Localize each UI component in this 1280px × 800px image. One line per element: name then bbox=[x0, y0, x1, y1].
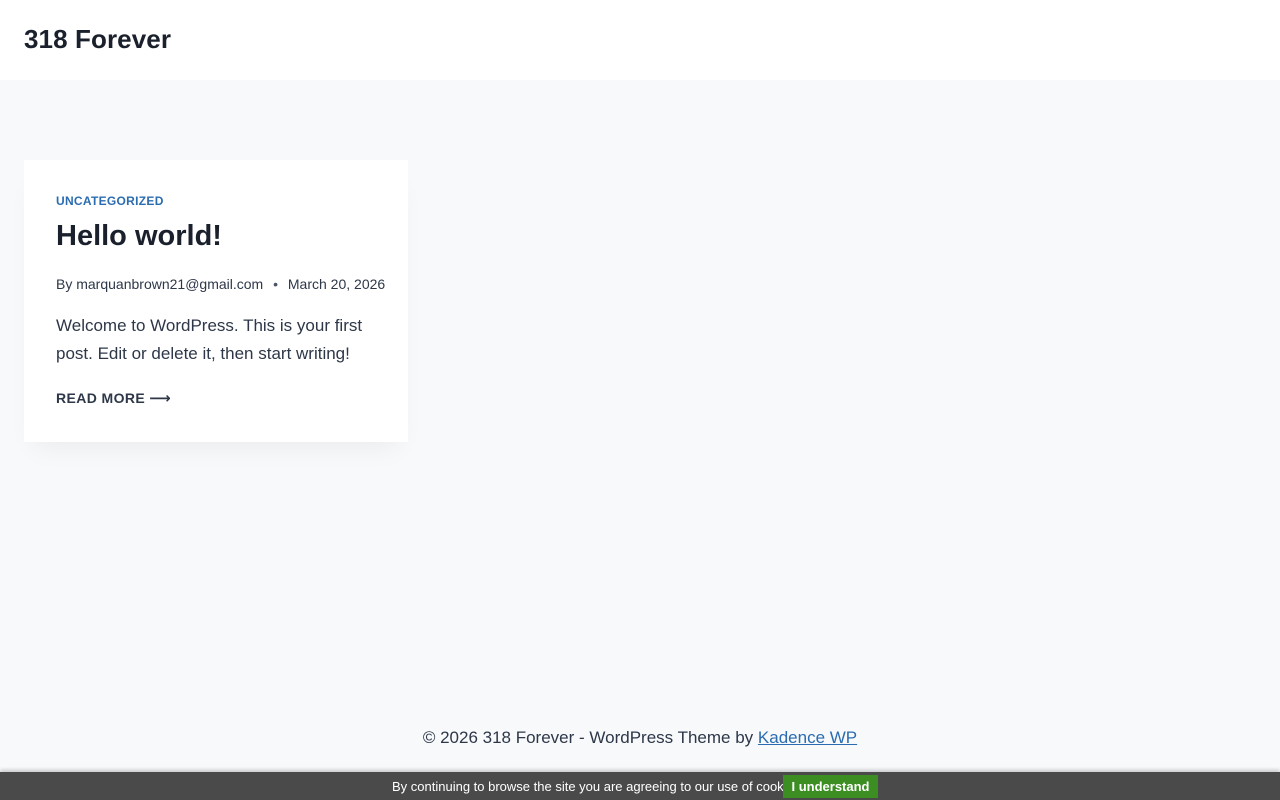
post-excerpt: Welcome to WordPress. This is your first… bbox=[56, 316, 363, 363]
meta-separator: • bbox=[273, 276, 278, 292]
read-more-label: READ MORE bbox=[56, 390, 146, 406]
site-header: 318 Forever bbox=[0, 0, 1280, 80]
cookie-consent-bar: By continuing to browse the site you are… bbox=[0, 772, 1280, 800]
post-title-link[interactable]: Hello world! bbox=[56, 220, 222, 253]
post-category-link[interactable]: UNCATEGORIZED bbox=[56, 194, 164, 208]
cookie-message: By continuing to browse the site you are… bbox=[392, 779, 801, 794]
arrow-right-icon: ⟶ bbox=[149, 390, 172, 407]
author-prefix: By bbox=[56, 276, 73, 292]
post-date: March 20, 2026 bbox=[287, 276, 386, 292]
footer-copyright: © 2026 318 Forever - WordPress Theme by bbox=[422, 728, 754, 747]
post-meta: By marquanbrown21@gmail.com • March 20, … bbox=[56, 276, 385, 292]
read-more-link[interactable]: READ MORE ⟶ bbox=[56, 389, 171, 407]
site-title-link[interactable]: 318 Forever bbox=[24, 24, 171, 55]
post-card: UNCATEGORIZED Hello world! By marquanbro… bbox=[24, 160, 408, 442]
author-link[interactable]: marquanbrown21@gmail.com bbox=[76, 276, 263, 292]
site-footer: © 2026 318 Forever - WordPress Theme by … bbox=[0, 728, 1280, 748]
kadence-wp-link[interactable]: Kadence WP bbox=[758, 728, 857, 747]
cookie-accept-button[interactable]: I understand bbox=[783, 775, 878, 798]
